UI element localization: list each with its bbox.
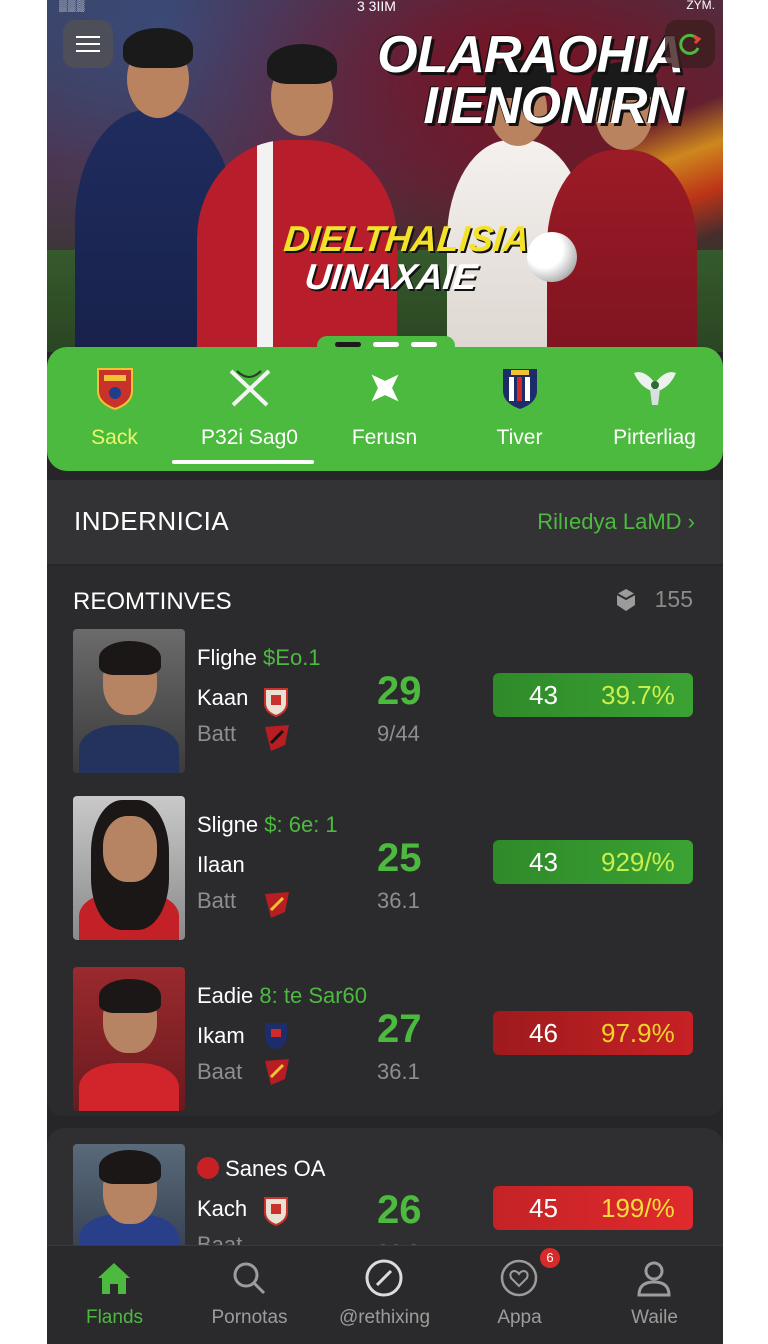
results-list: REOMTINVES 155 Flighe $Eo.1 Kaan Batt 29… xyxy=(47,566,723,1116)
hero-banner[interactable]: OLARAOHIA IIENONIRN DIELTHALISIA UINAXAI… xyxy=(47,0,723,352)
category-pirterliag[interactable]: Pirterliag xyxy=(587,347,722,471)
category-sack[interactable]: Sack xyxy=(47,347,182,471)
category-p32i[interactable]: P32i Sag0 xyxy=(182,347,317,471)
player-position: Batt xyxy=(197,721,237,746)
player-position: Baat xyxy=(197,1059,243,1084)
score-value: 29 xyxy=(377,669,422,713)
hero-subtitle: DIELTHALISIA UINAXAIE xyxy=(281,218,532,297)
score-detail: 36.1 xyxy=(377,1059,420,1084)
list-title: REOMTINVES xyxy=(73,588,232,615)
heart-icon xyxy=(500,1259,538,1297)
status-time: 3 3IIM xyxy=(357,0,396,14)
carousel-indicator[interactable] xyxy=(317,336,455,354)
stat-pill[interactable]: 46 97.9% xyxy=(493,1011,693,1055)
notification-badge: 6 xyxy=(540,1248,560,1268)
list-item[interactable]: Eadie 8: te Sar60 Ikam Baat 27 36.1 46 9… xyxy=(47,967,723,1113)
section-title: INDERNICIA xyxy=(74,506,230,536)
hero-title: OLARAOHIA IIENONIRN xyxy=(377,26,684,135)
nav-flands[interactable]: Flands xyxy=(47,1246,182,1344)
player-club: Kaan xyxy=(197,685,249,710)
player-club: Ilaan xyxy=(197,852,245,877)
club-crest-icon xyxy=(264,688,288,717)
section-header: INDERNICIA Rilıedya LaMD › xyxy=(47,480,723,564)
score-value: 27 xyxy=(377,1007,422,1051)
stat-pill[interactable]: 43 39.7% xyxy=(493,673,693,717)
carousel-dot[interactable] xyxy=(335,342,361,347)
club-badge-icon xyxy=(265,1059,289,1085)
eagle-wings-icon xyxy=(634,372,676,405)
chevron-right-icon: › xyxy=(687,509,695,534)
nav-waile[interactable]: Waile xyxy=(587,1246,722,1344)
player-name: Sanes OA xyxy=(197,1156,325,1182)
striped-shield-icon xyxy=(503,369,537,409)
club-crest-icon xyxy=(265,1023,287,1050)
compass-icon xyxy=(365,1259,403,1297)
tag-icon xyxy=(616,589,636,611)
player-photo xyxy=(73,629,185,773)
app-screen: ▒▒▒ 3 3IIM ZYM. OLARAOHIA IIENONIRN DIEL… xyxy=(47,0,723,1344)
score-detail: 9/44 xyxy=(377,721,420,746)
club-badge-icon xyxy=(265,725,289,751)
search-icon xyxy=(233,1262,266,1295)
player-name: Sligne $: 6e: 1 xyxy=(197,812,338,837)
status-signal: ▒▒▒ xyxy=(59,0,86,12)
club-crest-icon xyxy=(97,368,133,411)
player-photo xyxy=(73,967,185,1111)
football-image xyxy=(527,232,577,282)
home-icon xyxy=(98,1263,130,1294)
score-detail: 36.1 xyxy=(377,888,420,913)
nav-pornotas[interactable]: Pornotas xyxy=(182,1246,317,1344)
category-ferusn[interactable]: Ferusn xyxy=(317,347,452,471)
club-badge-icon xyxy=(265,892,289,918)
star-x-icon xyxy=(371,374,399,402)
category-bar: Sack P32i Sag0 Ferusn Tiver Pirterliag xyxy=(47,347,723,471)
player-position: Batt xyxy=(197,888,237,913)
list-count: 155 xyxy=(654,586,693,612)
category-tiver[interactable]: Tiver xyxy=(452,347,587,471)
red-badge-icon xyxy=(197,1157,219,1179)
carousel-dot[interactable] xyxy=(373,342,399,347)
stat-pill[interactable]: 43 929/% xyxy=(493,840,693,884)
status-battery: ZYM. xyxy=(686,0,715,12)
profile-icon xyxy=(637,1261,671,1297)
list-item[interactable]: Sligne $: 6e: 1 Ilaan Batt 25 36.1 43 92… xyxy=(47,796,723,942)
player-name: Eadie 8: te Sar60 xyxy=(197,983,368,1008)
score-value: 25 xyxy=(377,836,422,880)
stat-pill[interactable]: 45 199/% xyxy=(493,1186,693,1230)
refresh-button[interactable] xyxy=(665,20,715,68)
bottom-nav: Flands Pornotas @rethixing 6 Appa Waile xyxy=(47,1245,723,1344)
score-value: 26 xyxy=(377,1188,422,1232)
section-link[interactable]: Rilıedya LaMD › xyxy=(537,509,695,535)
player-club: Ikam xyxy=(197,1023,245,1048)
list-item[interactable]: Flighe $Eo.1 Kaan Batt 29 9/44 43 39.7% xyxy=(47,629,723,775)
nav-appa[interactable]: 6 Appa xyxy=(452,1246,587,1344)
crossed-swords-icon xyxy=(229,369,271,407)
player-club: Kach xyxy=(197,1196,248,1221)
player-name: Flighe $Eo.1 xyxy=(197,645,321,670)
status-bar: ▒▒▒ 3 3IIM ZYM. xyxy=(47,0,723,14)
player-photo xyxy=(73,796,185,940)
nav-rethixing[interactable]: @rethixing xyxy=(317,1246,452,1344)
menu-button[interactable] xyxy=(63,20,113,68)
club-crest-icon xyxy=(264,1197,288,1226)
refresh-icon xyxy=(679,33,702,55)
active-tab-indicator xyxy=(172,460,314,464)
carousel-dot[interactable] xyxy=(411,342,437,347)
